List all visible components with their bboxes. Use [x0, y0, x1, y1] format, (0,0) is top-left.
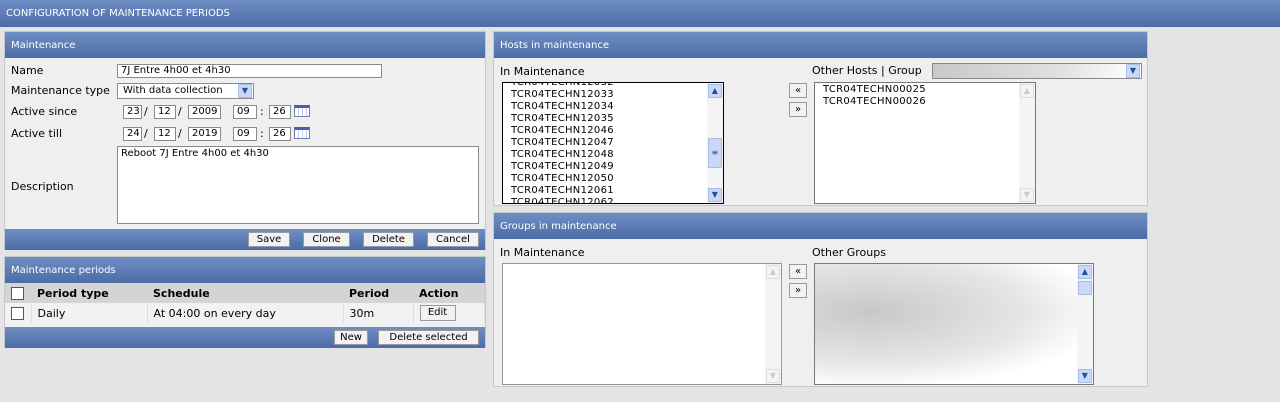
column-period-type: Period type [31, 283, 147, 303]
list-item[interactable]: TCR04TECHN12035 [507, 113, 723, 125]
maintenance-panel: Maintenance Name 7J Entre 4h00 et 4h30 M… [4, 31, 486, 250]
groups-in-list[interactable]: ▲ ▼ [502, 263, 782, 385]
list-item[interactable]: TCR04TECHN12061 [507, 185, 723, 197]
scroll-down-icon[interactable]: ▼ [1020, 188, 1034, 202]
list-item[interactable]: TCR04TECHN12050 [507, 173, 723, 185]
hosts-other-label: Other Hosts | Group [812, 64, 922, 77]
groups-other-label: Other Groups [812, 246, 886, 259]
since-minute-input[interactable]: 26 [269, 105, 291, 119]
row-checkbox[interactable] [11, 306, 24, 320]
save-button[interactable]: Save [248, 232, 290, 247]
list-item[interactable]: TCR04TECHN12049 [507, 161, 723, 173]
remove-group-button[interactable]: » [789, 283, 807, 298]
scroll-down-icon[interactable]: ▼ [708, 188, 722, 202]
table-header-row: Period type Schedule Period Action [5, 283, 485, 303]
groups-panel: Groups in maintenance In Maintenance Oth… [493, 212, 1148, 387]
periods-table: Period type Schedule Period Action Daily… [5, 283, 485, 323]
periods-panel: Maintenance periods Period type Schedule… [4, 256, 486, 348]
page-header: CONFIGURATION OF MAINTENANCE PERIODS [0, 0, 1280, 27]
list-item[interactable]: TCR04TECHN12046 [507, 125, 723, 137]
delete-button[interactable]: Delete [363, 232, 414, 247]
calendar-icon[interactable] [294, 105, 310, 117]
list-item[interactable]: TCR04TECHN12033 [507, 89, 723, 101]
till-day-input[interactable]: 24 [123, 127, 142, 141]
date-separator: / [144, 105, 148, 118]
hosts-other-list[interactable]: TCR04TECHN00025 TCR04TECHN00026 ▲ ▼ [814, 82, 1036, 204]
scroll-down-icon[interactable]: ▼ [766, 369, 780, 383]
list-item[interactable]: TCR04TECHN00025 [819, 84, 1035, 96]
groups-in-label: In Maintenance [500, 246, 585, 259]
edit-button[interactable]: Edit [419, 305, 456, 321]
till-month-input[interactable]: 12 [154, 127, 176, 141]
scroll-down-icon[interactable]: ▼ [1078, 369, 1092, 383]
add-group-button[interactable]: « [789, 264, 807, 279]
scroll-thumb[interactable]: ≡ [708, 138, 722, 168]
column-period: Period [343, 283, 413, 303]
till-minute-input[interactable]: 26 [269, 127, 291, 141]
remove-host-button[interactable]: » [789, 102, 807, 117]
time-separator: : [260, 105, 264, 118]
since-day-input[interactable]: 23 [123, 105, 142, 119]
till-hour-input[interactable]: 09 [233, 127, 257, 141]
type-select[interactable]: With data collection ▼ [117, 83, 254, 99]
add-host-button[interactable]: « [789, 83, 807, 98]
chevron-down-icon: ▼ [1126, 64, 1140, 78]
column-schedule: Schedule [147, 283, 343, 303]
list-item[interactable]: TCR04TECHN12047 [507, 137, 723, 149]
scroll-up-icon[interactable]: ▲ [708, 84, 722, 98]
description-textarea[interactable]: Reboot 7J Entre 4h00 et 4h30 [117, 146, 479, 224]
description-label: Description [11, 180, 74, 193]
cancel-button[interactable]: Cancel [427, 232, 479, 247]
page-title: CONFIGURATION OF MAINTENANCE PERIODS [6, 8, 230, 19]
list-item[interactable]: TCR04TECHN12062 [507, 197, 723, 203]
date-separator: / [178, 127, 182, 140]
scrollbar[interactable]: ▲ ▼ [1077, 264, 1093, 384]
groups-other-list[interactable]: ▲ ▼ [814, 263, 1094, 385]
scrollbar[interactable]: ▲ ≡ ▼ [707, 83, 723, 203]
since-hour-input[interactable]: 09 [233, 105, 257, 119]
since-year-input[interactable]: 2009 [188, 105, 221, 119]
date-separator: / [144, 127, 148, 140]
new-button[interactable]: New [334, 330, 368, 345]
scrollbar[interactable]: ▲ ▼ [765, 264, 781, 384]
list-item[interactable]: TCR04TECHN12034 [507, 101, 723, 113]
select-all-checkbox[interactable] [11, 286, 24, 300]
date-separator: / [178, 105, 182, 118]
group-select[interactable]: ▼ [932, 63, 1142, 79]
schedule-cell: At 04:00 on every day [147, 303, 344, 323]
list-item[interactable]: TCR04TECHN12032 [507, 83, 723, 89]
scrollbar[interactable]: ▲ ▼ [1019, 83, 1035, 203]
chevron-down-icon: ▼ [238, 84, 252, 98]
scroll-up-icon[interactable]: ▲ [1078, 265, 1092, 279]
since-month-input[interactable]: 12 [154, 105, 176, 119]
type-label: Maintenance type [11, 84, 110, 97]
period-type-cell: Daily [31, 303, 148, 323]
till-year-input[interactable]: 2019 [188, 127, 221, 141]
name-input[interactable]: 7J Entre 4h00 et 4h30 [117, 64, 382, 78]
calendar-icon[interactable] [294, 127, 310, 139]
time-separator: : [260, 127, 264, 140]
scroll-up-icon[interactable]: ▲ [766, 265, 780, 279]
list-item[interactable]: TCR04TECHN00026 [819, 96, 1035, 108]
maintenance-panel-title: Maintenance [5, 32, 485, 58]
groups-panel-title: Groups in maintenance [494, 213, 1147, 239]
clone-button[interactable]: Clone [303, 232, 350, 247]
since-label: Active since [11, 105, 78, 118]
hosts-in-label: In Maintenance [500, 65, 585, 78]
column-action: Action [413, 283, 485, 303]
periods-panel-title: Maintenance periods [5, 257, 485, 283]
hosts-panel-title: Hosts in maintenance [494, 32, 1147, 58]
name-label: Name [11, 64, 44, 77]
type-value: With data collection [123, 85, 223, 96]
hosts-panel: Hosts in maintenance In Maintenance Othe… [493, 31, 1148, 206]
hosts-in-list[interactable]: TCR04TECHN12032 TCR04TECHN12033 TCR04TECHN… [502, 82, 724, 204]
till-label: Active till [11, 127, 63, 140]
scroll-thumb[interactable] [1078, 281, 1092, 295]
table-row: Daily At 04:00 on every day 30m Edit [5, 303, 485, 323]
scroll-up-icon[interactable]: ▲ [1020, 84, 1034, 98]
period-cell: 30m [343, 303, 414, 323]
delete-selected-button[interactable]: Delete selected [378, 330, 479, 345]
list-item[interactable]: TCR04TECHN12048 [507, 149, 723, 161]
